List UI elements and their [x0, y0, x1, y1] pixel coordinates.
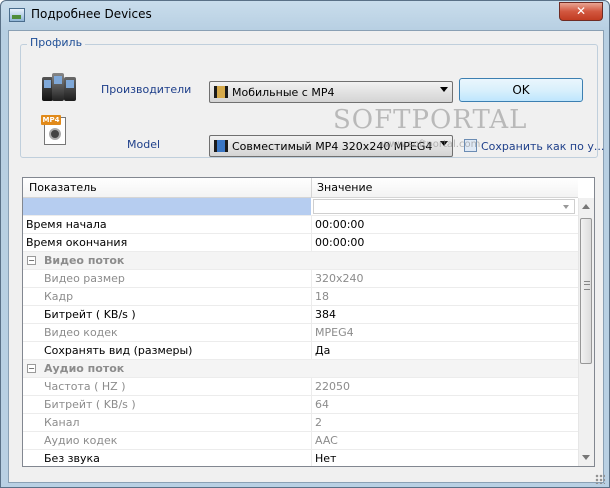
profile-group: Производители Мобильные с MP4 OK MP4 Mod… [20, 44, 604, 158]
property-name: Видео размер [44, 272, 125, 285]
table-row[interactable]: Время окончания 00:00:00 [23, 234, 578, 252]
grid-header: Показатель Значение [23, 178, 578, 198]
property-value[interactable]: Да [315, 344, 330, 357]
table-row[interactable]: Битрейт ( KB/s ) 64 [23, 396, 578, 414]
window-app-icon [9, 8, 25, 22]
property-value[interactable]: 384 [315, 308, 336, 321]
property-name: Битрейт ( KB/s ) [44, 398, 136, 411]
table-row[interactable]: Видео кодек MPEG4 [23, 324, 578, 342]
collapse-minus-icon[interactable]: − [27, 256, 36, 265]
category-row[interactable]: − Видео поток [23, 252, 578, 270]
property-value[interactable]: AAC [315, 434, 338, 447]
film-icon [214, 140, 228, 152]
property-value[interactable]: 18 [315, 290, 329, 303]
table-row[interactable]: Время начала 00:00:00 [23, 216, 578, 234]
property-value[interactable]: 22050 [315, 380, 350, 393]
category-label: Аудио поток [44, 362, 125, 375]
dialog-window: Подробнее Devices ✕ Производители Мобиль… [0, 0, 610, 488]
table-row[interactable]: Канал 2 [23, 414, 578, 432]
chevron-down-icon [440, 87, 448, 92]
close-button[interactable]: ✕ [559, 2, 603, 21]
save-as-link[interactable]: Сохранить как по у... [464, 139, 604, 153]
property-name: Канал [44, 416, 80, 429]
property-value[interactable]: 320x240 [315, 272, 364, 285]
table-row[interactable]: Битрейт ( KB/s ) 384 [23, 306, 578, 324]
model-label: Model [127, 138, 161, 151]
row-value-editor[interactable] [313, 199, 575, 214]
save-as-label: Сохранить как по у... [481, 140, 605, 153]
grid-rows: Время начала 00:00:00 Время окончания 00:00… [23, 198, 578, 466]
dialog-body: Производители Мобильные с MP4 OK MP4 Mod… [8, 30, 604, 483]
table-row[interactable] [23, 198, 578, 216]
mobile-phones-icon [40, 73, 78, 103]
property-name: Видео кодек [44, 326, 118, 339]
watermark-text: SOFTPORTAL [333, 105, 528, 135]
property-name: Битрейт ( KB/s ) [44, 308, 136, 321]
title-bar[interactable]: Подробнее Devices ✕ [1, 1, 609, 29]
property-name: Время начала [26, 218, 107, 231]
film-icon [214, 86, 228, 98]
resize-grip[interactable] [595, 474, 605, 484]
property-name: Кадр [44, 290, 74, 303]
property-value[interactable]: 64 [315, 398, 329, 411]
table-row[interactable]: Кадр 18 [23, 288, 578, 306]
property-value[interactable]: 2 [315, 416, 322, 429]
selected-row-key[interactable] [23, 198, 311, 215]
column-header-property[interactable]: Показатель [29, 181, 97, 194]
window-title: Подробнее Devices [31, 7, 152, 21]
watermark-url: www.softportal.com [381, 139, 481, 150]
mp4-file-icon: MP4 [41, 115, 67, 145]
manufacturer-value: Мобильные с MP4 [232, 86, 335, 99]
category-label: Видео поток [44, 254, 125, 267]
scrollbar-thumb[interactable] [580, 218, 592, 364]
category-row[interactable]: − Аудио поток [23, 360, 578, 378]
collapse-minus-icon[interactable]: − [27, 364, 36, 373]
property-name: Время окончания [26, 236, 128, 249]
scroll-up-icon[interactable] [582, 204, 590, 209]
property-name: Частота ( HZ ) [44, 380, 126, 393]
property-value[interactable]: 00:00:00 [315, 236, 364, 249]
property-name: Аудио кодек [44, 434, 118, 447]
vertical-scrollbar[interactable] [578, 198, 594, 466]
table-row[interactable]: Без звука Нет [23, 450, 578, 466]
property-value[interactable]: MPEG4 [315, 326, 354, 339]
column-header-value[interactable]: Значение [317, 181, 372, 194]
table-row[interactable]: Видео размер 320x240 [23, 270, 578, 288]
ok-button[interactable]: OK [459, 78, 583, 102]
manufacturer-dropdown[interactable]: Мобильные с MP4 [209, 81, 453, 103]
manufacturer-label: Производители [101, 83, 192, 96]
profile-group-title: Профиль [27, 36, 86, 49]
property-value[interactable]: Нет [315, 452, 336, 465]
table-row[interactable]: Частота ( HZ ) 22050 [23, 378, 578, 396]
scroll-down-icon[interactable] [582, 455, 590, 460]
property-name: Сохранять вид (размеры) [44, 344, 193, 357]
property-value[interactable]: 00:00:00 [315, 218, 364, 231]
table-row[interactable]: Сохранять вид (размеры) Да [23, 342, 578, 360]
table-row[interactable]: Аудио кодек AAC [23, 432, 578, 450]
property-grid[interactable]: Показатель Значение Время начала 00:00:00… [22, 177, 595, 467]
property-name: Без звука [44, 452, 100, 465]
